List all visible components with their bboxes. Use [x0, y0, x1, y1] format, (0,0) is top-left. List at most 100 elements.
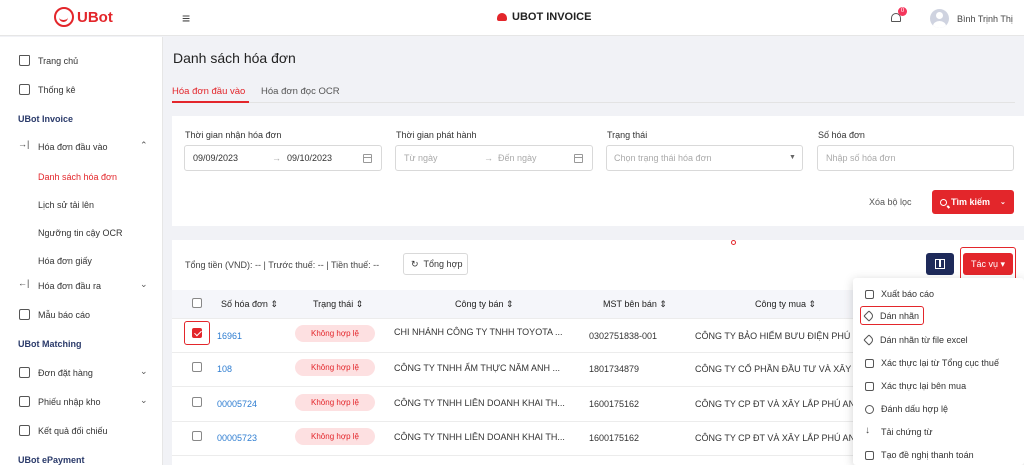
row-checkbox[interactable] [192, 397, 202, 407]
sidebar: Trang chủ Thống kê UBot Invoice Hóa đơn … [0, 37, 163, 465]
menu-item-label: Tạo đề nghị thanh toán [881, 450, 974, 460]
sidebar-item-invoice-out[interactable]: Hóa đơn đầu ra ⌄ [0, 272, 163, 300]
home-icon [19, 55, 30, 66]
issued-from-placeholder[interactable]: Từ ngày [404, 153, 438, 163]
menu-item-label: Dán nhãn [880, 311, 920, 321]
summary-button[interactable]: ↻ Tổng hợp [403, 253, 468, 275]
action-button-label: Tác vụ [970, 259, 998, 269]
seller-cell: CÔNG TY TNHH LIÊN DOANH KHAI TH... [394, 398, 565, 408]
col-seller-tax[interactable]: MST bên bán ⇕ [603, 299, 667, 310]
col-buyer[interactable]: Công ty mua ⇕ [755, 299, 816, 310]
tax-cell: 1600175162 [589, 399, 640, 409]
import-icon [18, 139, 30, 152]
action-button[interactable]: Tác vụ ▾ [963, 253, 1013, 275]
col-status[interactable]: Trạng thái ⇕ [313, 299, 363, 310]
buyer-cell: CÔNG TY CP ĐT VÀ XÂY LẮP PHÚ AN ... [695, 399, 866, 409]
sidebar-sub-invoice-list[interactable]: Danh sách hóa đơn [38, 172, 117, 182]
building-icon [865, 358, 874, 368]
brand-icon [497, 13, 507, 21]
search-button[interactable]: Tìm kiếm ⌄ [932, 190, 1014, 214]
menu-item-label: Xác thực lại bên mua [881, 381, 967, 391]
sidebar-item-invoice-in[interactable]: Hóa đơn đầu vào ⌃ [0, 133, 163, 161]
document-icon [19, 425, 30, 436]
top-bar: UBot ≡ UBOT INVOICE 0 Bình Trịnh Thị [0, 0, 1024, 36]
status-badge: Không hợp lệ [295, 394, 375, 411]
tab-invoice-in[interactable]: Hóa đơn đầu vào [172, 86, 245, 97]
invoice-number-link[interactable]: 108 [217, 364, 232, 374]
calendar-icon[interactable] [574, 154, 583, 163]
user-name[interactable]: Bình Trịnh Thị [957, 14, 1013, 24]
sidebar-item-statistics[interactable]: Thống kê [0, 76, 163, 104]
clear-filter-button[interactable]: Xóa bộ lọc [869, 197, 912, 207]
tab-invoice-ocr[interactable]: Hóa đơn đọc OCR [261, 86, 340, 97]
app-title: UBOT INVOICE [497, 11, 591, 23]
sidebar-item-label: Phiếu nhập kho [38, 397, 101, 407]
menu-item-label-from-excel[interactable]: Dán nhãn từ file excel [863, 334, 968, 346]
chevron-up-icon: ⌃ [140, 140, 148, 150]
chevron-down-icon[interactable]: ▼ [789, 154, 796, 161]
avatar[interactable] [930, 9, 949, 28]
status-badge: Không hợp lệ [295, 428, 375, 445]
invoice-number-link[interactable]: 00005724 [217, 399, 257, 409]
col-seller[interactable]: Công ty bán ⇕ [455, 299, 514, 310]
export-icon [865, 289, 874, 299]
chevron-down-icon: ⌄ [140, 366, 148, 376]
sidebar-item-label: Đơn đặt hàng [38, 368, 93, 378]
status-badge: Không hợp lệ [295, 325, 375, 342]
menu-item-reverify-buyer[interactable]: Xác thực lại bên mua [865, 381, 966, 391]
document-icon [865, 450, 874, 460]
section-ubot-matching: UBot Matching [18, 339, 82, 349]
tax-cell: 1801734879 [589, 364, 640, 374]
sidebar-item-compare-result[interactable]: Kết quả đối chiếu [0, 417, 163, 445]
columns-button[interactable] [926, 253, 954, 275]
bell-icon[interactable]: 0 [890, 7, 907, 24]
select-all-checkbox[interactable] [192, 298, 202, 308]
menu-item-mark-valid[interactable]: Đánh dấu hợp lệ [865, 404, 948, 414]
section-ubot-epayment: UBot ePayment [18, 455, 85, 465]
sidebar-item-home[interactable]: Trang chủ [0, 47, 163, 75]
chevron-down-icon: ⌄ [1000, 199, 1006, 206]
invoice-number-placeholder[interactable]: Nhập số hóa đơn [826, 153, 895, 163]
document-icon [19, 396, 30, 407]
col-invoice-number[interactable]: Số hóa đơn ⇕ [221, 299, 278, 310]
tag-icon [863, 310, 875, 322]
buyer-cell: CÔNG TY BẢO HIỂM BƯU ĐIỆN PHÚ M... [695, 331, 868, 341]
menu-item-create-payment-request[interactable]: Tạo đề nghị thanh toán [865, 450, 974, 460]
sidebar-item-label: Mẫu báo cáo [38, 310, 91, 320]
ubot-logo[interactable]: UBot [54, 7, 113, 27]
tag-icon [863, 334, 875, 346]
row-checkbox[interactable] [192, 431, 202, 441]
sidebar-item-warehouse[interactable]: Phiếu nhập kho ⌄ [0, 388, 163, 416]
received-date-label: Thời gian nhận hóa đơn [185, 130, 282, 140]
sidebar-item-report-template[interactable]: Mẫu báo cáo [0, 301, 163, 329]
menu-item-export-report[interactable]: Xuất báo cáo [865, 289, 934, 299]
menu-icon[interactable]: ≡ [182, 10, 190, 26]
received-from-value[interactable]: 09/09/2023 [193, 153, 238, 163]
summary-text: Tổng tiền (VND): -- | Trước thuế: -- | T… [185, 260, 380, 270]
search-button-label: Tìm kiếm [951, 197, 991, 207]
ubot-logo-icon [54, 7, 74, 27]
sidebar-sub-upload-history[interactable]: Lịch sử tải lên [38, 200, 94, 210]
menu-item-reverify-tax[interactable]: Xác thực lại từ Tổng cục thuế [865, 358, 999, 368]
chart-icon [19, 84, 30, 95]
invoice-number-link[interactable]: 16961 [217, 331, 242, 341]
calendar-icon[interactable] [363, 154, 372, 163]
shop-icon [865, 381, 874, 391]
menu-item-label-tag[interactable]: Dán nhãn [863, 310, 920, 322]
buyer-cell: CÔNG TY CỔ PHẦN ĐẦU TƯ VÀ XÂY L... [695, 364, 867, 374]
issued-to-placeholder[interactable]: Đến ngày [498, 153, 537, 163]
sidebar-sub-paper-invoice[interactable]: Hóa đơn giấy [38, 256, 92, 266]
sidebar-item-orders[interactable]: Đơn đặt hàng ⌄ [0, 359, 163, 387]
chevron-down-icon: ⌄ [140, 279, 148, 289]
document-icon [19, 367, 30, 378]
status-placeholder[interactable]: Chọn trạng thái hóa đơn [614, 153, 711, 163]
issued-date-label: Thời gian phát hành [396, 130, 477, 140]
menu-item-download-documents[interactable]: Tải chứng từ [865, 425, 933, 438]
row-checkbox[interactable] [192, 328, 202, 338]
sidebar-item-label: Hóa đơn đầu vào [38, 142, 108, 152]
row-checkbox[interactable] [192, 362, 202, 372]
app-title-text: UBOT INVOICE [512, 11, 592, 23]
invoice-number-link[interactable]: 00005723 [217, 433, 257, 443]
sidebar-sub-ocr-threshold[interactable]: Ngưỡng tin cậy OCR [38, 228, 122, 238]
received-to-value[interactable]: 09/10/2023 [287, 153, 332, 163]
